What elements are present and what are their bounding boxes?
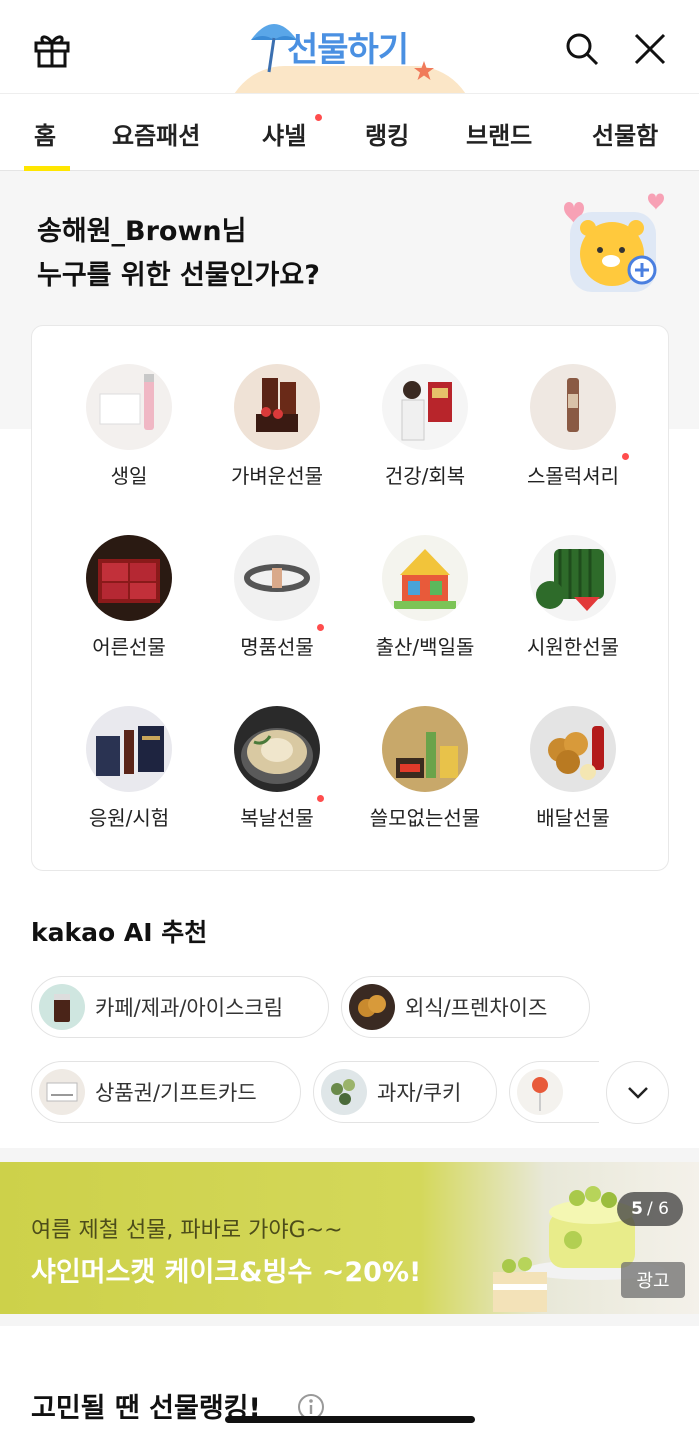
category-small-luxury-new-dot — [622, 453, 629, 460]
tab-home[interactable]: 홈 — [34, 116, 56, 151]
category-label: 응원/시험 — [88, 806, 170, 830]
greeting-text: 송해원_Brown님 누구를 위한 선물인가요? — [37, 210, 320, 298]
category-cheer-image — [86, 706, 172, 792]
category-label: 복날선물 — [240, 806, 314, 830]
category-label: 시원한선물 — [527, 635, 619, 659]
category-label: 쓸모없는선물 — [369, 806, 481, 830]
chip-cafe-bakery-icecream[interactable]: 카페/제과/아이스크림 — [31, 976, 329, 1038]
category-health-recovery[interactable]: 건강/회복 — [350, 364, 500, 514]
kakao-ai-brand: kakao AI — [31, 918, 153, 947]
chip-candy-partial[interactable] — [509, 1061, 599, 1123]
category-label: 가벼운선물 — [231, 464, 323, 488]
pager-total: / 6 — [646, 1199, 669, 1219]
gift-category-card: 생일 가벼운선물 건강/회복 스몰럭셔리 어른선물 명품선물 출산/백일돌 시원… — [31, 325, 669, 871]
chip-label: 카페/제과/아이스크림 — [95, 996, 284, 1020]
category-elder-image — [86, 535, 172, 621]
app-header: 선물하기 — [0, 0, 699, 126]
search-icon — [566, 33, 599, 66]
category-label: 명품선물 — [240, 635, 314, 659]
category-label: 배달선물 — [536, 806, 610, 830]
ai-recommend-label: 추천 — [161, 918, 208, 947]
greeting-user-name: 송해원_Brown님 — [37, 216, 247, 247]
category-small-luxury[interactable]: 스몰럭셔리 — [498, 364, 648, 514]
tab-gift-box[interactable]: 선물함 — [592, 116, 658, 151]
category-delivery-image — [530, 706, 616, 792]
banner-subtitle: 여름 제철 선물, 파바로 가야G~~ — [31, 1218, 343, 1243]
chip-voucher-image — [39, 1069, 85, 1115]
category-label: 스몰럭셔리 — [527, 464, 619, 488]
category-boknal-new-dot — [317, 795, 324, 802]
category-boknal-image — [234, 706, 320, 792]
gift-box-button[interactable] — [27, 24, 77, 74]
tab-brand[interactable]: 브랜드 — [466, 116, 532, 151]
starfish-icon — [414, 61, 434, 80]
category-label: 출산/백일돌 — [375, 635, 475, 659]
search-button[interactable] — [557, 24, 607, 74]
tab-chanel[interactable]: 샤넬 — [262, 116, 306, 151]
chip-candy-image — [517, 1069, 563, 1115]
category-boknal-gift[interactable]: 복날선물 — [202, 706, 352, 856]
pager-current: 5 — [631, 1199, 643, 1219]
category-health-image — [382, 364, 468, 450]
chip-label: 과자/쿠키 — [377, 1081, 462, 1105]
category-delivery-gift[interactable]: 배달선물 — [498, 706, 648, 856]
category-cool-gift[interactable]: 시원한선물 — [498, 535, 648, 685]
category-cool-image — [530, 535, 616, 621]
category-useless-gift[interactable]: 쓸모없는선물 — [350, 706, 500, 856]
ai-recommend-title: kakao AI 추천 — [31, 913, 207, 949]
tab-ranking[interactable]: 랭킹 — [365, 116, 409, 151]
category-light-gift[interactable]: 가벼운선물 — [202, 364, 352, 514]
character-avatar-icon — [564, 193, 664, 292]
category-small-luxury-image — [530, 364, 616, 450]
tab-trend-fashion[interactable]: 요즘패션 — [112, 116, 200, 151]
chip-snack-cookie[interactable]: 과자/쿠키 — [313, 1061, 497, 1123]
chip-dining-image — [349, 984, 395, 1030]
logo-text: 선물하기 — [287, 30, 409, 70]
category-luxury-gift[interactable]: 명품선물 — [202, 535, 352, 685]
category-birthday[interactable]: 생일 — [54, 364, 204, 514]
tab-chanel-new-dot — [315, 114, 322, 121]
ad-banner-section: 여름 제철 선물, 파바로 가야G~~ 샤인머스캣 케이크&빙수 ~20%! 5… — [0, 1148, 699, 1326]
banner-title: 샤인머스캣 케이크&빙수 ~20%! — [31, 1257, 422, 1288]
chip-snack-image — [321, 1069, 367, 1115]
chips-expand-button[interactable] — [606, 1061, 669, 1124]
category-elder-gift[interactable]: 어른선물 — [54, 535, 204, 685]
friend-avatar-add-button[interactable] — [556, 190, 671, 295]
close-icon — [634, 33, 666, 65]
ad-banner[interactable]: 여름 제철 선물, 파바로 가야G~~ 샤인머스캣 케이크&빙수 ~20%! 5… — [0, 1162, 699, 1314]
chip-label: 상품권/기프트카드 — [95, 1081, 257, 1105]
category-light-gift-image — [234, 364, 320, 450]
chip-cafe-image — [39, 984, 85, 1030]
category-label: 어른선물 — [92, 635, 166, 659]
category-useless-image — [382, 706, 468, 792]
ad-badge: 광고 — [621, 1262, 685, 1298]
gift-box-icon — [34, 35, 70, 68]
app-logo: 선물하기 — [225, 10, 475, 126]
category-cheer-exam[interactable]: 응원/시험 — [54, 706, 204, 856]
banner-pager: 5 / 6 — [617, 1192, 683, 1226]
home-indicator[interactable] — [225, 1416, 475, 1423]
category-label: 건강/회복 — [384, 464, 466, 488]
chip-dining-franchise[interactable]: 외식/프렌차이즈 — [341, 976, 590, 1038]
category-birthday-image — [86, 364, 172, 450]
category-luxury-image — [234, 535, 320, 621]
chip-label: 외식/프렌차이즈 — [405, 996, 548, 1020]
chevron-down-icon — [627, 1086, 648, 1099]
greeting-question: 누구를 위한 선물인가요? — [37, 260, 320, 291]
top-tab-bar: 홈 요즘패션 샤넬 랭킹 브랜드 선물함 — [0, 93, 699, 171]
chip-voucher-giftcard[interactable]: 상품권/기프트카드 — [31, 1061, 301, 1123]
category-birth-100days[interactable]: 출산/백일돌 — [350, 535, 500, 685]
category-birth-image — [382, 535, 468, 621]
close-button[interactable] — [625, 24, 675, 74]
category-luxury-new-dot — [317, 624, 324, 631]
category-label: 생일 — [110, 464, 148, 488]
